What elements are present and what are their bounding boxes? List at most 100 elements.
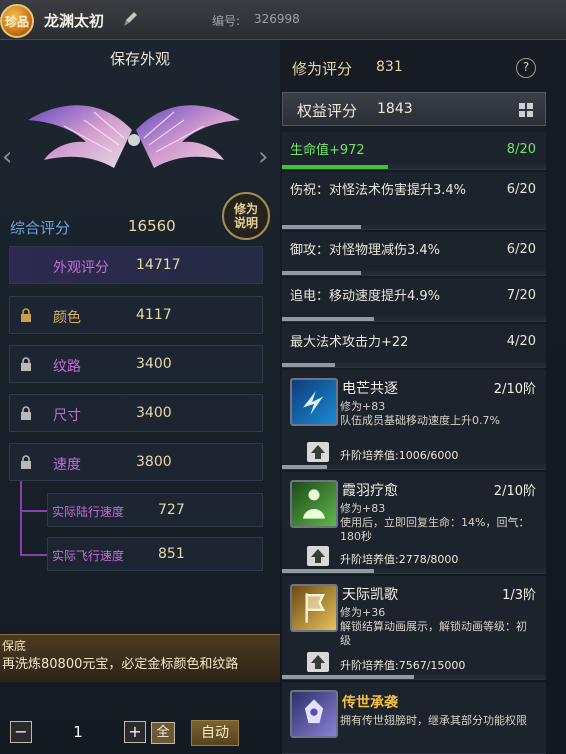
stat-value: 14717: [136, 257, 181, 273]
auto-refine-button[interactable]: 自动: [191, 720, 239, 746]
attr-progress-fill: [282, 165, 388, 169]
stat-label: 纹路: [53, 359, 81, 375]
attr-progress-fill: [282, 271, 362, 275]
item-name: 龙渊太初: [44, 12, 105, 30]
attr-progress-bar: [282, 317, 546, 321]
healing-figure-icon: [290, 480, 338, 528]
skill-desc-line: 使用后，立即回复生命：14%，回气：180秒: [340, 516, 530, 543]
stat-label: 颜色: [53, 310, 81, 326]
rights-score-value: 1843: [377, 101, 413, 117]
skill-name: 电芒共逐: [342, 381, 398, 397]
skill-progress-fill: [282, 465, 327, 469]
attr-text: 御攻：对怪物理减伤3.4%: [290, 243, 441, 258]
skill-progress-fill: [282, 569, 375, 573]
attr-text: 生命值+972: [290, 143, 365, 158]
lightning-runner-icon: [290, 378, 338, 426]
decrease-button[interactable]: −: [10, 721, 32, 743]
attr-row: 最大法术攻击力+22 4/20: [282, 324, 546, 368]
upgrade-arrow-icon[interactable]: [307, 546, 329, 566]
attr-progress-bar: [282, 225, 546, 229]
refine-controls: − 1 + 全 自动: [0, 712, 280, 754]
brush-edit-icon[interactable]: [121, 10, 139, 28]
skill-level: 1/3阶: [502, 588, 536, 603]
stat-label: 外观评分: [53, 260, 109, 276]
attr-row: 伤祝：对怪法术伤害提升3.4% 6/20: [282, 172, 546, 230]
skill-card: 天际凯歌 1/3阶 修为+36 解锁结算动画展示，解锁动画等级：初级 升阶培养值…: [282, 576, 546, 680]
attr-count: 6/20: [506, 182, 536, 197]
lock-icon[interactable]: [20, 406, 32, 420]
stat-speed[interactable]: 速度 3800: [9, 443, 263, 481]
tree-connector: [20, 510, 47, 512]
grid-icon[interactable]: [519, 103, 533, 117]
lock-icon[interactable]: [20, 357, 32, 371]
victory-banner-icon: [290, 584, 338, 632]
stat-fly-speed: 实际飞行速度 851: [47, 537, 263, 571]
stat-value: 3400: [136, 405, 172, 421]
legacy-name: 传世承袭: [342, 695, 398, 711]
save-appearance-title[interactable]: 保存外观: [0, 48, 280, 69]
serial-number: 326998: [254, 12, 300, 26]
attr-progress-fill: [282, 317, 375, 321]
attr-text: 最大法术攻击力+22: [290, 335, 409, 350]
stat-label: 实际陆行速度: [52, 505, 125, 519]
attr-row: 生命值+972 8/20: [282, 132, 546, 170]
stat-value: 3800: [136, 454, 172, 470]
quantity-input[interactable]: 1: [36, 720, 120, 744]
skill-progress-bar: [282, 569, 546, 573]
skill-progress-fill: [282, 675, 414, 679]
upgrade-progress-text: 升阶培养值:7567/15000: [340, 659, 466, 672]
stat-appearance-score: 外观评分 14717: [9, 246, 263, 284]
stat-label: 尺寸: [53, 408, 81, 424]
guarantee-title: 保底: [2, 639, 27, 653]
overall-score-value: 16560: [128, 217, 176, 235]
skill-desc: 修为+36 解锁结算动画展示，解锁动画等级：初级: [340, 606, 536, 648]
prev-arrow-icon[interactable]: ‹: [2, 142, 12, 172]
attr-progress-fill: [282, 225, 362, 229]
tree-connector: [20, 554, 47, 556]
attr-text: 伤祝：对怪法术伤害提升3.4%: [290, 183, 467, 198]
skill-desc-line: 修为+83: [340, 400, 386, 413]
stat-pattern[interactable]: 纹路 3400: [9, 345, 263, 383]
overall-score-row: 综合评分 16560: [0, 210, 280, 240]
attr-text: 追电：移动速度提升4.9%: [290, 289, 441, 304]
skill-card: 霞羽疗愈 2/10阶 修为+83 使用后，立即回复生命：14%，回气：180秒 …: [282, 472, 546, 574]
tree-connector: [20, 481, 22, 556]
appearance-panel: 保存外观 ‹ › 修为说明 综合评分 16560 外观评分 14717 颜色 4…: [0, 40, 280, 754]
skill-desc-line: 队伍成员基础移动速度上升0.7%: [340, 414, 500, 427]
cultivation-score-value: 831: [376, 59, 403, 75]
title-bar: 珍品 龙渊太初 编号: 326998: [0, 0, 566, 40]
upgrade-progress-text: 升阶培养值:2778/8000: [340, 553, 459, 566]
skill-desc: 修为+83 使用后，立即回复生命：14%，回气：180秒: [340, 502, 536, 544]
max-all-button[interactable]: 全: [151, 722, 175, 744]
legacy-desc: 拥有传世翅膀时，继承其部分功能权限: [340, 714, 527, 727]
skill-level: 2/10阶: [493, 484, 536, 499]
upgrade-arrow-icon[interactable]: [307, 652, 329, 672]
skill-desc: 修为+83 队伍成员基础移动速度上升0.7%: [340, 400, 536, 428]
help-icon[interactable]: ?: [516, 58, 536, 78]
cultivation-score-label: 修为评分: [292, 60, 353, 78]
guarantee-banner: 保底 再洗炼80800元宝，必定金标颜色和纹路: [0, 634, 280, 682]
serial-label: 编号:: [212, 14, 241, 28]
wing-image: [28, 105, 240, 168]
rights-score-bar[interactable]: 权益评分 1843: [282, 92, 546, 126]
skill-desc-line: 修为+83: [340, 502, 386, 515]
lock-icon[interactable]: [20, 308, 32, 322]
cultivation-panel: 修为评分 831 ? 权益评分 1843 生命值+972 8/20 伤祝：对怪法…: [280, 40, 566, 754]
stat-size[interactable]: 尺寸 3400: [9, 394, 263, 432]
skill-name: 霞羽疗愈: [342, 483, 398, 499]
wing-preview: ‹ › 修为说明: [0, 80, 280, 240]
overall-score-label: 综合评分: [10, 219, 71, 237]
lock-icon[interactable]: [20, 455, 32, 469]
skill-card: 电芒共逐 2/10阶 修为+83 队伍成员基础移动速度上升0.7% 升阶培养值:…: [282, 370, 546, 470]
next-arrow-icon[interactable]: ›: [258, 142, 268, 172]
stat-value: 727: [158, 502, 185, 518]
stat-value: 851: [158, 546, 185, 562]
stat-color[interactable]: 颜色 4117: [9, 296, 263, 334]
skill-progress-bar: [282, 675, 546, 679]
increase-button[interactable]: +: [124, 721, 146, 743]
attr-row: 御攻：对怪物理减伤3.4% 6/20: [282, 232, 546, 276]
attr-count: 4/20: [506, 334, 536, 349]
upgrade-arrow-icon[interactable]: [307, 442, 329, 462]
skill-desc-line: 修为+36: [340, 606, 386, 619]
attr-count: 8/20: [506, 142, 536, 157]
